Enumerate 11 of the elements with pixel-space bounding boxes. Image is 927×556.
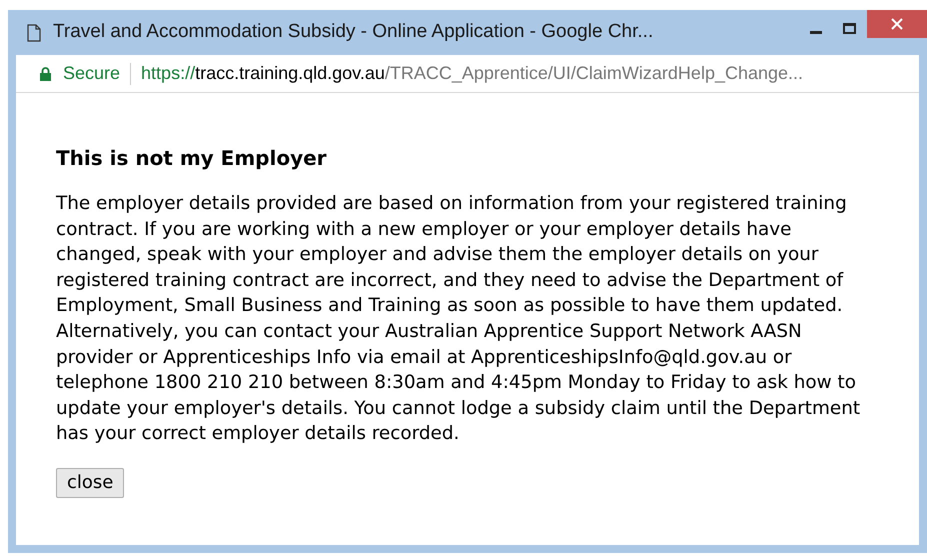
page-icon	[27, 24, 41, 42]
lock-icon	[40, 66, 51, 80]
close-button[interactable]: close	[56, 468, 124, 498]
close-window-button[interactable]	[867, 10, 927, 38]
address-bar[interactable]: Secure https://tracc.training.qld.gov.au/TRACC_Apprentice/UI/ClaimWizardHelp_Change...	[16, 55, 919, 93]
dialog-body-text: The employer details provided are based on information from your registered training contract. If you are working with a new employer or your employer details have changed, speak with your employer and advise them the employer details on your registered training contract are incorrect, and they need to advise the Department of Employment, Small Business and Training as soon as possible to have them updated. Alternatively, you can contact your Australian Apprentice Support Network AASN provider or Apprenticeships Info via email at ApprenticeshipsInfo@qld.gov.au or telephone 1800 210 210 between 8:30am and 4:45pm Monday to Friday to ask how to update your employer's details. You cannot lodge a subsidy claim until the Department has your correct employer details recorded.	[56, 192, 862, 446]
security-label: Secure	[63, 62, 120, 85]
dialog-heading: This is not my Employer	[56, 145, 328, 172]
window-title: Travel and Accommodation Subsidy - Online Application - Google Chr...	[53, 20, 654, 44]
url-text: https://tracc.training.qld.gov.au/TRACC_Apprentice/UI/ClaimWizardHelp_Change...	[141, 62, 804, 85]
close-icon	[891, 18, 903, 30]
